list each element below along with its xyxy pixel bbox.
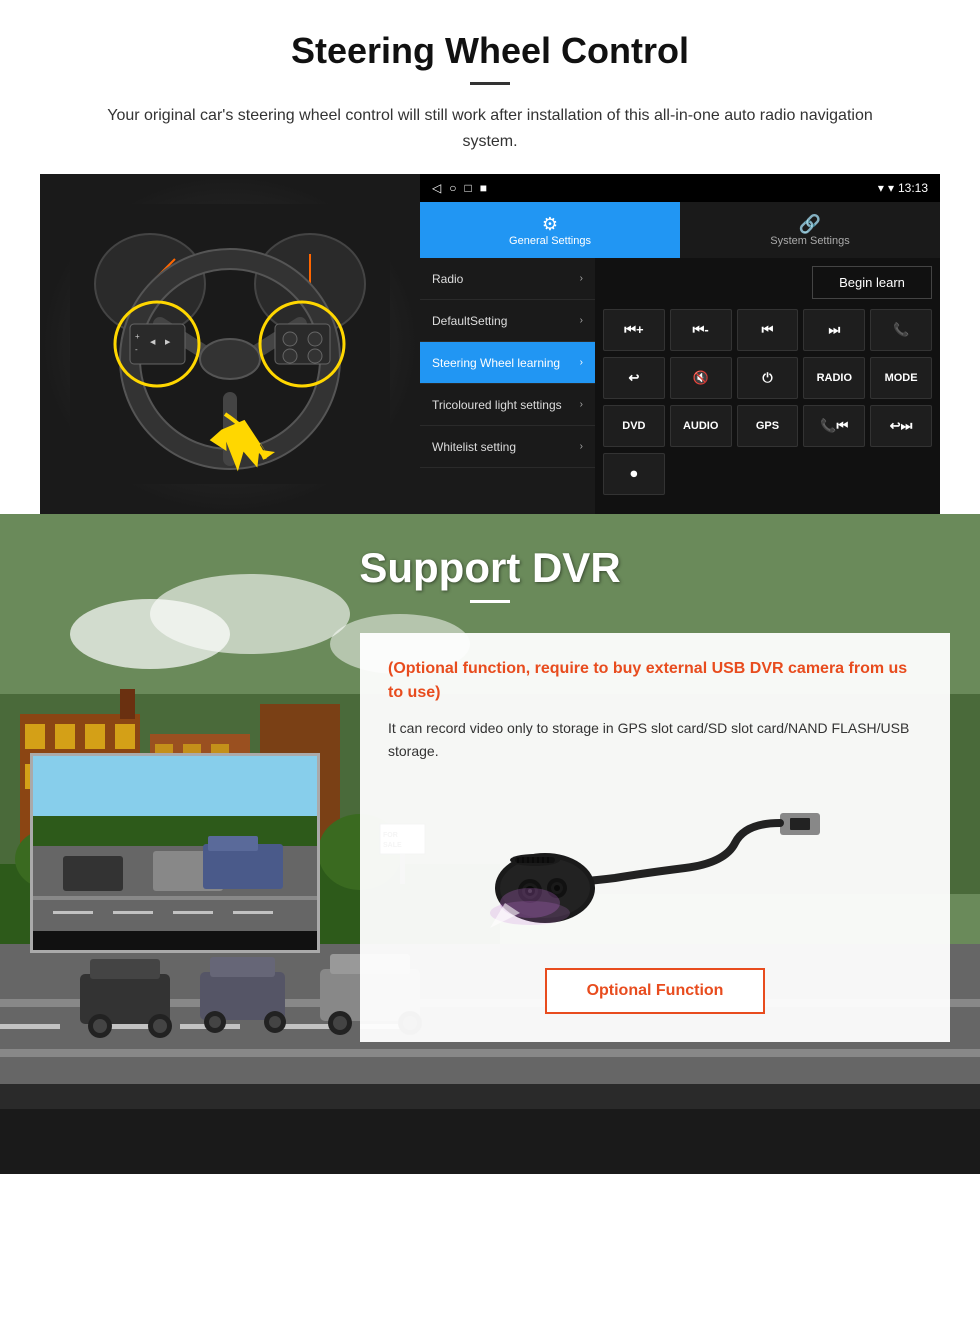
control-grid-row3: DVD AUDIO GPS 📞⏮ ↩⏭ xyxy=(603,405,932,447)
ctrl-power[interactable]: ⏻ xyxy=(737,357,799,399)
signal-icon: ▾ xyxy=(878,181,884,195)
menu-tricoloured-arrow: › xyxy=(580,399,583,410)
dvr-description: It can record video only to storage in G… xyxy=(388,717,922,762)
ctrl-record[interactable]: ⏺ xyxy=(603,453,665,495)
ctrl-radio[interactable]: RADIO xyxy=(803,357,865,399)
content-panel: Begin learn ⏮+ ⏮- ⏮ ⏭ 📞 ↩ 🔇 ⏻ xyxy=(595,258,940,514)
ctrl-next[interactable]: ⏭ xyxy=(803,309,865,351)
statusbar-status: ▾ ▾ 13:13 xyxy=(878,181,928,195)
ctrl-phone[interactable]: 📞 xyxy=(870,309,932,351)
screenshot-area: + - ◀ ▶ xyxy=(40,174,940,514)
svg-text:◀: ◀ xyxy=(150,339,156,346)
begin-learn-row: Begin learn xyxy=(603,266,932,299)
swc-title: Steering Wheel Control xyxy=(40,30,940,72)
menu-steering-label: Steering Wheel learning xyxy=(432,356,560,370)
home-icon: ○ xyxy=(449,181,456,195)
control-grid-row1: ⏮+ ⏮- ⏮ ⏭ 📞 xyxy=(603,309,932,351)
android-tabs: ⚙ General Settings 🔗 System Settings xyxy=(420,202,940,258)
dvr-content-row: (Optional function, require to buy exter… xyxy=(0,613,980,1062)
menu-radio-label: Radio xyxy=(432,272,463,286)
wifi-icon: ▾ xyxy=(888,181,894,195)
ctrl-back-next[interactable]: ↩⏭ xyxy=(870,405,932,447)
tab-general-settings[interactable]: ⚙ General Settings xyxy=(420,202,680,258)
menu-default-arrow: › xyxy=(580,315,583,326)
dvr-thumbnail-svg xyxy=(33,756,317,950)
statusbar-nav-icons: ◁ ○ □ ■ xyxy=(432,181,487,195)
svg-text:-: - xyxy=(135,345,138,354)
ctrl-vol-up[interactable]: ⏮+ xyxy=(603,309,665,351)
ctrl-vol-down[interactable]: ⏮- xyxy=(670,309,732,351)
dvr-thumbnail-inner xyxy=(33,756,317,950)
menu-tricoloured-label: Tricoloured light settings xyxy=(432,398,562,412)
menu-item-whitelist[interactable]: Whitelist setting › xyxy=(420,426,595,468)
control-grid-row4: ⏺ xyxy=(603,453,932,495)
android-panel: ◁ ○ □ ■ ▾ ▾ 13:13 ⚙ General Settings xyxy=(420,174,940,514)
ctrl-audio[interactable]: AUDIO xyxy=(670,405,732,447)
dvr-section: FOR SALE Support DVR xyxy=(0,514,980,1174)
ctrl-dvd[interactable]: DVD xyxy=(603,405,665,447)
dvr-camera-image xyxy=(388,778,922,948)
menu-item-steering-wheel[interactable]: Steering Wheel learning › xyxy=(420,342,595,384)
tab-general-label: General Settings xyxy=(509,235,591,247)
menu-whitelist-arrow: › xyxy=(580,441,583,452)
control-grid-row2: ↩ 🔇 ⏻ RADIO MODE xyxy=(603,357,932,399)
recents-icon: □ xyxy=(464,181,471,195)
ctrl-phone-prev[interactable]: 📞⏮ xyxy=(803,405,865,447)
menu-item-tricoloured[interactable]: Tricoloured light settings › xyxy=(420,384,595,426)
android-statusbar: ◁ ○ □ ■ ▾ ▾ 13:13 xyxy=(420,174,940,202)
menu-steering-arrow: › xyxy=(580,357,583,368)
swc-section: Steering Wheel Control Your original car… xyxy=(0,0,980,514)
swc-title-divider xyxy=(470,82,510,85)
optional-function-button[interactable]: Optional Function xyxy=(545,968,765,1014)
svg-text:+: + xyxy=(135,332,140,341)
steering-wheel-svg: + - ◀ ▶ xyxy=(70,204,390,484)
tab-system-settings[interactable]: 🔗 System Settings xyxy=(680,202,940,258)
menu-radio-arrow: › xyxy=(580,273,583,284)
dvr-info-box: (Optional function, require to buy exter… xyxy=(360,633,950,1042)
menu-item-default-setting[interactable]: DefaultSetting › xyxy=(420,300,595,342)
menu-default-label: DefaultSetting xyxy=(432,314,507,328)
menu-icon: ■ xyxy=(480,181,487,195)
general-settings-icon: ⚙ xyxy=(542,214,558,235)
menu-whitelist-label: Whitelist setting xyxy=(432,440,516,454)
back-icon: ◁ xyxy=(432,181,441,195)
time-display: 13:13 xyxy=(898,181,928,195)
steering-photo: + - ◀ ▶ xyxy=(40,174,420,514)
android-body: Radio › DefaultSetting › Steering Wheel … xyxy=(420,258,940,514)
swc-subtitle: Your original car's steering wheel contr… xyxy=(80,103,900,154)
dvr-title-divider xyxy=(470,600,510,603)
ctrl-back[interactable]: ↩ xyxy=(603,357,665,399)
system-settings-icon: 🔗 xyxy=(799,214,821,235)
begin-learn-button[interactable]: Begin learn xyxy=(812,266,932,299)
ctrl-prev[interactable]: ⏮ xyxy=(737,309,799,351)
dvr-title-container: Support DVR xyxy=(0,514,980,613)
ctrl-gps[interactable]: GPS xyxy=(737,405,799,447)
ctrl-mute[interactable]: 🔇 xyxy=(670,357,732,399)
dvr-title: Support DVR xyxy=(0,544,980,592)
tab-system-label: System Settings xyxy=(770,235,849,247)
dvr-thumbnail xyxy=(30,753,320,953)
svg-text:▶: ▶ xyxy=(165,339,171,346)
settings-menu: Radio › DefaultSetting › Steering Wheel … xyxy=(420,258,595,514)
dvr-camera-svg xyxy=(485,783,825,943)
menu-item-radio[interactable]: Radio › xyxy=(420,258,595,300)
ctrl-mode[interactable]: MODE xyxy=(870,357,932,399)
dvr-optional-notice: (Optional function, require to buy exter… xyxy=(388,657,922,705)
